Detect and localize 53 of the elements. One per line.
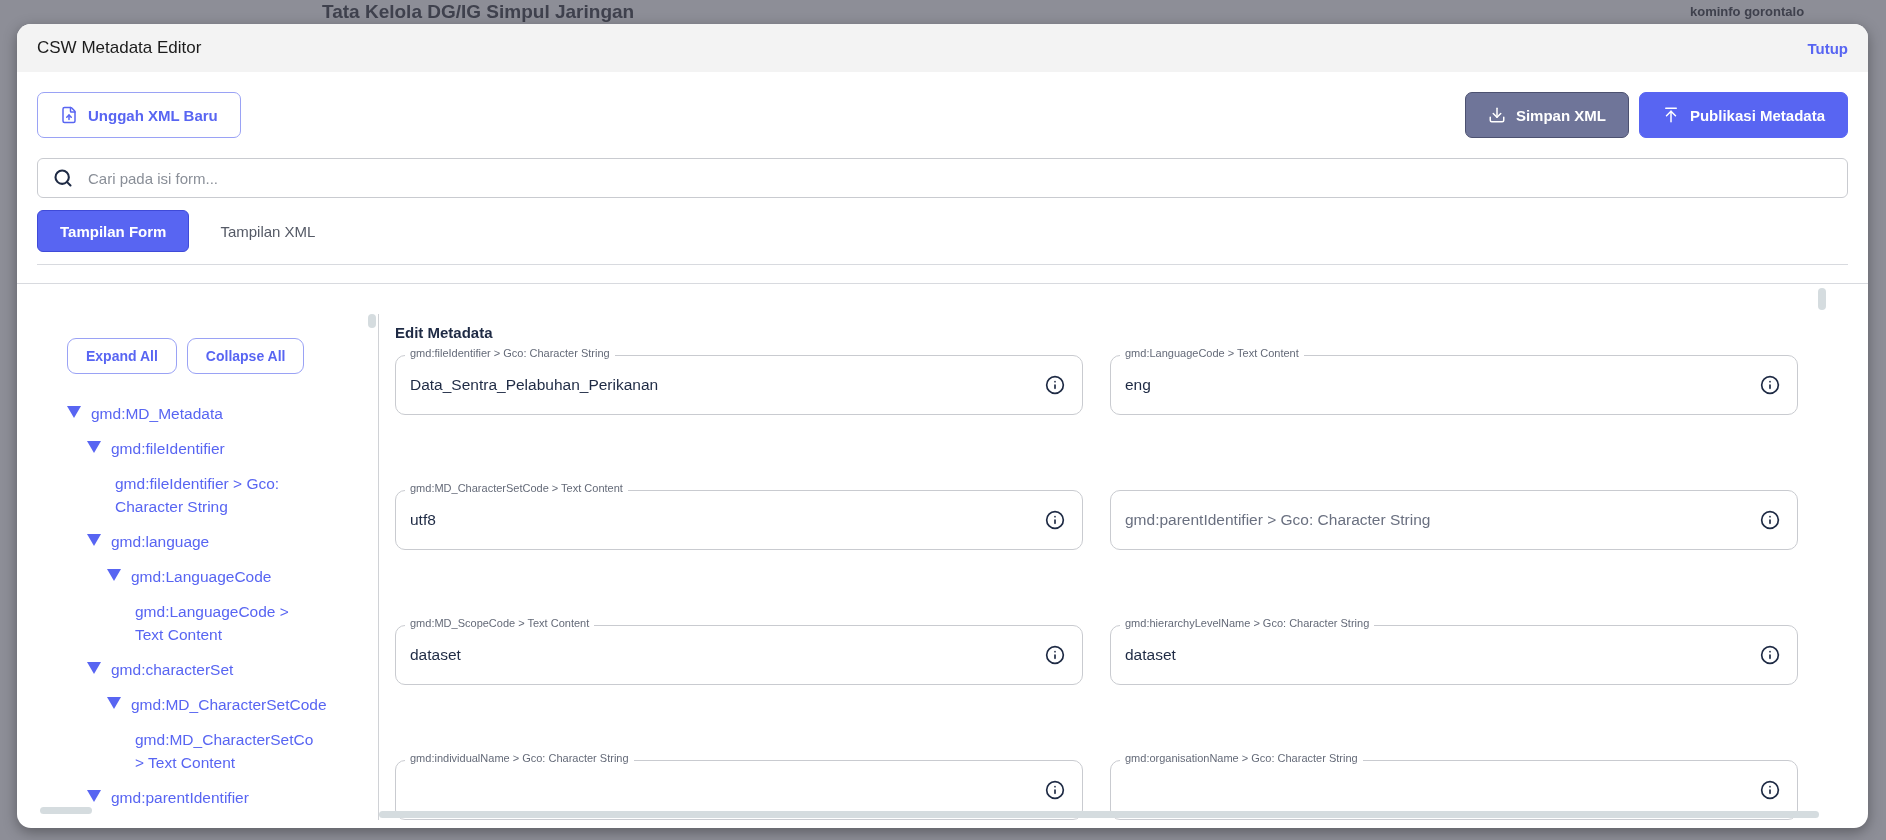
info-icon[interactable] (1760, 510, 1780, 530)
tree-item[interactable]: gmd:fileIdentifier > Gco: Character String (107, 472, 287, 518)
tree-item[interactable]: gmd:MD_CharacterSetCo > Text Content (127, 728, 314, 774)
dialog-title: CSW Metadata Editor (37, 38, 202, 58)
page-title: Tata Kelola DG/IG Simpul Jaringan (322, 0, 635, 23)
info-icon[interactable] (1760, 645, 1780, 665)
search-field[interactable]: Cari pada isi form... (37, 158, 1848, 198)
scrollbar-thumb[interactable] (379, 811, 1819, 818)
upload-button[interactable]: Unggah XML Baru (37, 92, 241, 138)
field-label: gmd:MD_ScopeCode > Text Content (405, 617, 595, 629)
tree-item[interactable]: gmd:language (111, 530, 210, 553)
info-icon[interactable] (1760, 780, 1780, 800)
field-label: gmd:hierarchyLevelName > Gco: Character String (1120, 617, 1375, 629)
collapse-triangle-icon[interactable] (87, 533, 101, 546)
collapse-triangle-icon[interactable] (87, 661, 101, 674)
tree-item[interactable]: gmd:MD_CharacterSetCode (131, 693, 327, 716)
collapse-triangle-icon[interactable] (107, 568, 121, 581)
tree-item[interactable]: gmd:characterSet (111, 658, 234, 681)
section-title: Edit Metadata (395, 324, 494, 341)
tree-item[interactable]: gmd:parentIdentifier (111, 786, 249, 809)
collapse-triangle-icon[interactable] (107, 696, 121, 709)
text-field[interactable]: gmd:parentIdentifier > Gco: Character String (1110, 490, 1798, 550)
user-name: kominfo gorontalo (1690, 4, 1805, 19)
close-link[interactable]: Tutup (1807, 39, 1848, 57)
expand-all-button[interactable]: Expand All (67, 338, 177, 374)
field-label: gmd:LanguageCode > Text Content (1120, 347, 1304, 359)
field-label: gmd:organisationName > Gco: Character String (1120, 752, 1363, 764)
info-icon[interactable] (1045, 510, 1065, 530)
collapse-all-button[interactable]: Collapse All (186, 338, 305, 374)
scrollbar-thumb[interactable] (368, 314, 376, 328)
info-icon[interactable] (1760, 375, 1780, 395)
tree-item[interactable]: gmd:fileIdentifier (111, 437, 225, 460)
collapse-triangle-icon[interactable] (87, 789, 101, 802)
tree-item[interactable]: gmd:MD_Metadata (91, 402, 223, 425)
download-icon (1487, 106, 1506, 124)
scrollbar-thumb[interactable] (1818, 288, 1826, 310)
field-label: gmd:individualName > Gco: Character String (405, 752, 634, 764)
view-tab[interactable]: Tampilan XML (197, 210, 339, 252)
tree-item[interactable]: gmd:LanguageCode > Text Content (127, 600, 307, 646)
info-icon[interactable] (1045, 645, 1065, 665)
scrollbar-thumb[interactable] (40, 807, 92, 814)
collapse-triangle-icon[interactable] (67, 405, 81, 418)
publish-button[interactable]: Publikasi Metadata (1638, 92, 1848, 138)
file-upload-icon (60, 106, 78, 124)
info-icon[interactable] (1045, 375, 1065, 395)
field-label: gmd:MD_CharacterSetCode > Text Content (405, 482, 628, 494)
search-icon (53, 168, 73, 188)
view-tab[interactable]: Tampilan Form (37, 210, 190, 252)
save-button[interactable]: Simpan XML (1464, 92, 1629, 138)
collapse-triangle-icon[interactable] (87, 440, 101, 453)
tree-item[interactable]: gmd:LanguageCode (131, 565, 272, 588)
field-label: gmd:fileIdentifier > Gco: Character String (405, 347, 615, 359)
info-icon[interactable] (1045, 780, 1065, 800)
